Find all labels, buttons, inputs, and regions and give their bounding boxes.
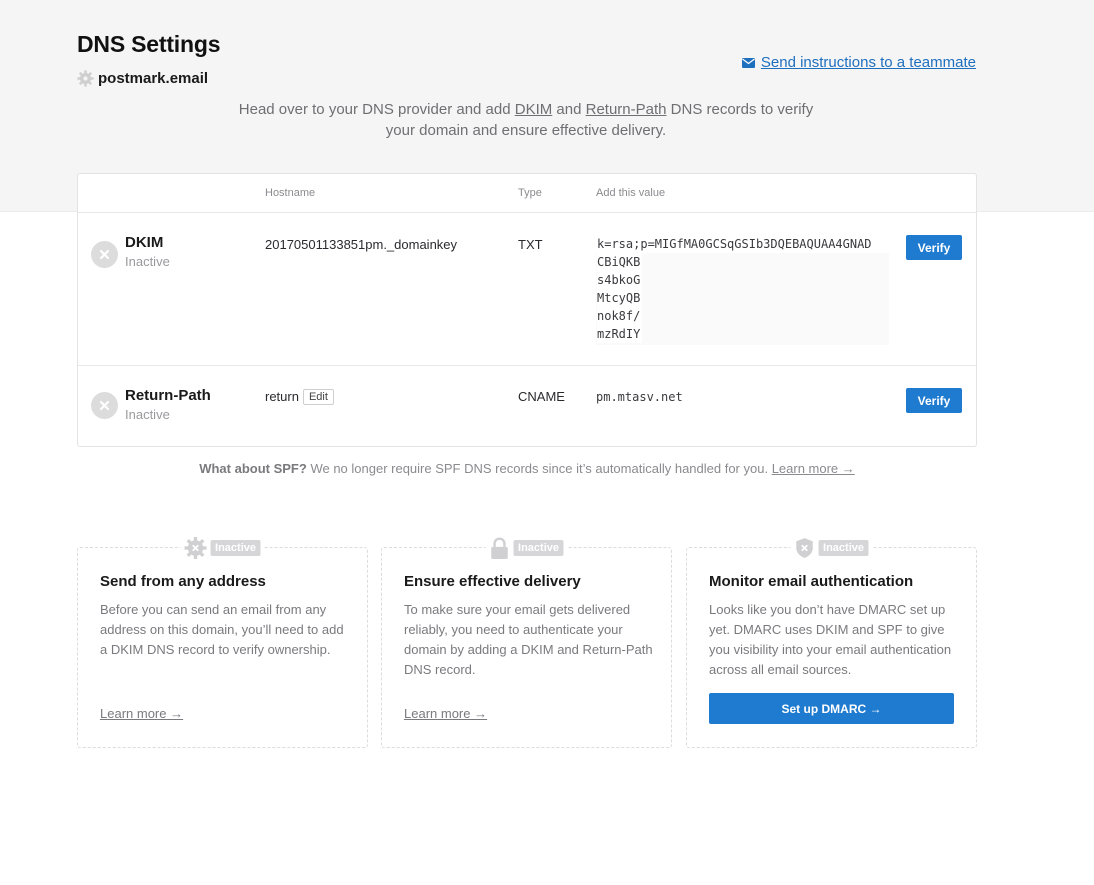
- header-divider: [78, 212, 976, 213]
- hostname-dkim: 20170501133851pm._domainkey: [265, 237, 458, 252]
- send-instructions-label[interactable]: Send instructions to a teammate: [761, 54, 976, 71]
- feature-learn-more-link[interactable]: Learn more →: [100, 706, 183, 721]
- feature-title: Ensure effective delivery: [404, 573, 581, 590]
- record-name-dkim: DKIM: [125, 234, 164, 251]
- feature-title: Send from any address: [100, 573, 266, 590]
- dkim-value-line: MtcyQB: [597, 289, 642, 307]
- return-path-link[interactable]: Return-Path: [586, 101, 667, 118]
- send-instructions-link[interactable]: Send instructions to a teammate: [741, 54, 976, 71]
- dkim-value-line: nok8f/: [597, 307, 642, 325]
- type-dkim: TXT: [518, 237, 543, 252]
- spf-note: What about SPF? We no longer require SPF…: [77, 461, 977, 476]
- dkim-value-line: s4bkoG: [597, 271, 642, 289]
- shield-icon: [795, 538, 813, 558]
- record-status-dkim: Inactive: [125, 254, 170, 269]
- lock-icon: [490, 537, 508, 559]
- feature-card-dmarc: Inactive Monitor email authentication Lo…: [686, 537, 977, 748]
- page-title: DNS Settings: [77, 31, 221, 57]
- feature-title: Monitor email authentication: [709, 573, 914, 590]
- dkim-link[interactable]: DKIM: [515, 101, 553, 118]
- row-divider: [78, 365, 976, 366]
- feature-card-delivery: Inactive Ensure effective delivery To ma…: [381, 537, 672, 748]
- dns-records-table: Hostname Type Add this value DKIM Inacti…: [77, 173, 977, 447]
- verify-dkim-button[interactable]: Verify: [906, 235, 962, 260]
- domain-row: postmark.email: [77, 70, 208, 87]
- dkim-value-box[interactable]: k=rsa;p=MIGfMA0GCSqGSIb3DQEBAQUAA4GNAD C…: [596, 235, 889, 345]
- hostname-return-path-value: return: [265, 389, 299, 404]
- intro-and: and: [552, 101, 586, 118]
- dkim-value-line-wrap: s4bkoG: [596, 271, 889, 289]
- inactive-x-icon: [91, 241, 118, 268]
- set-up-dmarc-button[interactable]: Set up DMARC →: [709, 693, 954, 724]
- dkim-value-line-wrap: MtcyQB: [596, 289, 889, 307]
- dkim-value-line: mzRdIY: [597, 325, 642, 343]
- feature-card-send: Inactive Send from any address Before yo…: [77, 537, 368, 748]
- gear-icon: [184, 537, 207, 559]
- envelope-icon: [741, 57, 755, 68]
- hostname-return-path: return Edit: [265, 389, 334, 405]
- col-type: Type: [518, 187, 542, 199]
- status-badge: Inactive: [818, 540, 869, 556]
- status-badge-group: Inactive: [485, 537, 568, 559]
- spf-learn-more-link[interactable]: Learn more →: [772, 461, 855, 476]
- feature-description: Before you can send an email from any ad…: [100, 602, 344, 657]
- edit-hostname-button[interactable]: Edit: [302, 389, 334, 405]
- spf-text: We no longer require SPF DNS records sin…: [306, 461, 772, 476]
- status-badge: Inactive: [513, 540, 564, 556]
- dkim-value-line-wrap: nok8f/: [596, 307, 889, 325]
- feature-description: Looks like you don’t have DMARC set up y…: [709, 602, 952, 677]
- col-value: Add this value: [596, 187, 666, 199]
- status-badge-group: Inactive: [180, 537, 265, 559]
- intro-before: Head over to your DNS provider and add: [238, 101, 515, 118]
- type-return-path: CNAME: [518, 389, 565, 404]
- feature-learn-more-link[interactable]: Learn more →: [404, 706, 487, 721]
- status-badge: Inactive: [210, 540, 261, 556]
- inactive-x-icon: [91, 392, 118, 419]
- return-path-value[interactable]: pm.mtasv.net: [596, 390, 683, 404]
- record-status-return-path: Inactive: [125, 407, 170, 422]
- dkim-value-line-wrap: mzRdIY: [596, 325, 889, 343]
- status-badge-group: Inactive: [790, 537, 873, 559]
- intro-text: Head over to your DNS provider and add D…: [226, 99, 826, 141]
- dkim-value-line: CBiQKB: [597, 253, 642, 271]
- verify-return-path-button[interactable]: Verify: [906, 388, 962, 413]
- record-name-return-path: Return-Path: [125, 387, 211, 404]
- spf-question: What about SPF?: [199, 461, 307, 476]
- dkim-value-line-wrap: CBiQKB: [596, 253, 889, 271]
- dkim-value-line: k=rsa;p=MIGfMA0GCSqGSIb3DQEBAQUAA4GNAD: [596, 235, 889, 253]
- domain-name: postmark.email: [98, 70, 209, 87]
- gear-icon: [77, 70, 94, 87]
- col-hostname: Hostname: [265, 187, 316, 199]
- feature-description: To make sure your email gets delivered r…: [404, 602, 653, 677]
